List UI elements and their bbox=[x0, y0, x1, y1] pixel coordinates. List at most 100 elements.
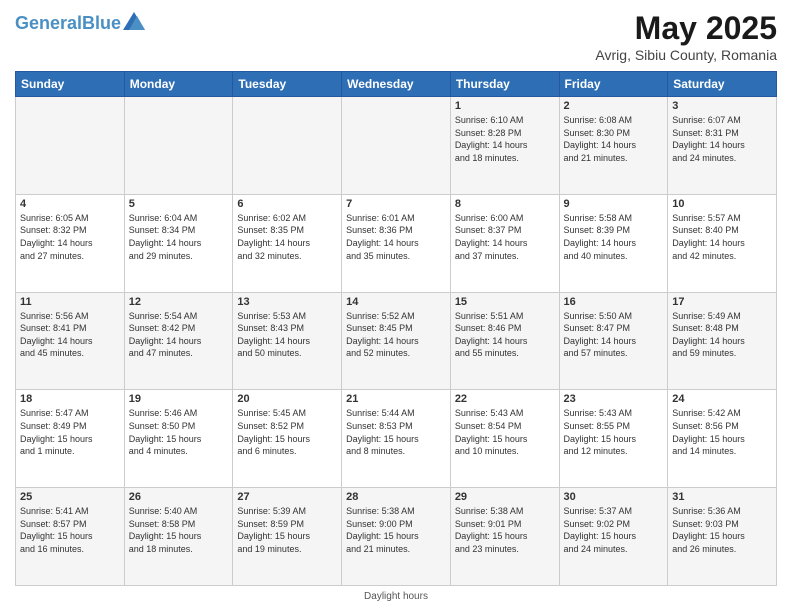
calendar-cell: 16 Sunrise: 5:50 AM Sunset: 8:47 PM Dayli… bbox=[559, 292, 668, 390]
day-info: Sunrise: 5:37 AM Sunset: 9:02 PM Dayligh… bbox=[564, 505, 664, 555]
header: GeneralBlue May 2025 Avrig, Sibiu County… bbox=[15, 10, 777, 63]
day-info: Sunrise: 5:43 AM Sunset: 8:54 PM Dayligh… bbox=[455, 407, 555, 457]
calendar-cell: 31 Sunrise: 5:36 AM Sunset: 9:03 PM Dayli… bbox=[668, 488, 777, 586]
day-info: Sunrise: 6:02 AM Sunset: 8:35 PM Dayligh… bbox=[237, 212, 337, 262]
calendar-cell: 11 Sunrise: 5:56 AM Sunset: 8:41 PM Dayli… bbox=[16, 292, 125, 390]
day-info: Sunrise: 5:51 AM Sunset: 8:46 PM Dayligh… bbox=[455, 310, 555, 360]
day-info: Sunrise: 5:41 AM Sunset: 8:57 PM Dayligh… bbox=[20, 505, 120, 555]
calendar-header-wednesday: Wednesday bbox=[342, 72, 451, 97]
calendar-week-1: 1 Sunrise: 6:10 AM Sunset: 8:28 PM Daylig… bbox=[16, 97, 777, 195]
calendar-cell: 23 Sunrise: 5:43 AM Sunset: 8:55 PM Dayli… bbox=[559, 390, 668, 488]
calendar-header-row: SundayMondayTuesdayWednesdayThursdayFrid… bbox=[16, 72, 777, 97]
day-info: Sunrise: 5:53 AM Sunset: 8:43 PM Dayligh… bbox=[237, 310, 337, 360]
calendar-cell: 14 Sunrise: 5:52 AM Sunset: 8:45 PM Dayli… bbox=[342, 292, 451, 390]
day-info: Sunrise: 5:50 AM Sunset: 8:47 PM Dayligh… bbox=[564, 310, 664, 360]
calendar-cell: 1 Sunrise: 6:10 AM Sunset: 8:28 PM Daylig… bbox=[450, 97, 559, 195]
day-number: 9 bbox=[564, 198, 664, 210]
calendar-cell: 9Sunrise: 5:58 AM Sunset: 8:39 PM Daylig… bbox=[559, 194, 668, 292]
day-number: 22 bbox=[455, 393, 555, 405]
calendar-cell: 18 Sunrise: 5:47 AM Sunset: 8:49 PM Dayli… bbox=[16, 390, 125, 488]
calendar-week-5: 25 Sunrise: 5:41 AM Sunset: 8:57 PM Dayli… bbox=[16, 488, 777, 586]
calendar-cell: 4 Sunrise: 6:05 AM Sunset: 8:32 PM Daylig… bbox=[16, 194, 125, 292]
day-info: Sunrise: 5:38 AM Sunset: 9:01 PM Dayligh… bbox=[455, 505, 555, 555]
day-number: 11 bbox=[20, 296, 120, 308]
day-number: 1 bbox=[455, 100, 555, 112]
calendar-cell: 8 Sunrise: 6:00 AM Sunset: 8:37 PM Daylig… bbox=[450, 194, 559, 292]
calendar-table: SundayMondayTuesdayWednesdayThursdayFrid… bbox=[15, 71, 777, 586]
calendar-header-thursday: Thursday bbox=[450, 72, 559, 97]
day-number: 21 bbox=[346, 393, 446, 405]
calendar-cell bbox=[233, 97, 342, 195]
calendar-cell: 30 Sunrise: 5:37 AM Sunset: 9:02 PM Dayli… bbox=[559, 488, 668, 586]
day-number: 31 bbox=[672, 491, 772, 503]
day-info: Sunrise: 5:36 AM Sunset: 9:03 PM Dayligh… bbox=[672, 505, 772, 555]
logo-icon bbox=[123, 12, 145, 30]
day-number: 14 bbox=[346, 296, 446, 308]
day-info: Sunrise: 6:05 AM Sunset: 8:32 PM Dayligh… bbox=[20, 212, 120, 262]
calendar-cell bbox=[124, 97, 233, 195]
day-number: 7 bbox=[346, 198, 446, 210]
day-info: Sunrise: 5:39 AM Sunset: 8:59 PM Dayligh… bbox=[237, 505, 337, 555]
day-info: Sunrise: 6:10 AM Sunset: 8:28 PM Dayligh… bbox=[455, 114, 555, 164]
day-number: 15 bbox=[455, 296, 555, 308]
day-info: Sunrise: 5:57 AM Sunset: 8:40 PM Dayligh… bbox=[672, 212, 772, 262]
day-number: 28 bbox=[346, 491, 446, 503]
day-number: 20 bbox=[237, 393, 337, 405]
page: GeneralBlue May 2025 Avrig, Sibiu County… bbox=[0, 0, 792, 612]
day-number: 19 bbox=[129, 393, 229, 405]
day-number: 18 bbox=[20, 393, 120, 405]
logo-text: GeneralBlue bbox=[15, 14, 121, 32]
calendar-cell: 26Sunrise: 5:40 AM Sunset: 8:58 PM Dayli… bbox=[124, 488, 233, 586]
calendar-cell: 6 Sunrise: 6:02 AM Sunset: 8:35 PM Daylig… bbox=[233, 194, 342, 292]
calendar-header-friday: Friday bbox=[559, 72, 668, 97]
day-info: Sunrise: 6:07 AM Sunset: 8:31 PM Dayligh… bbox=[672, 114, 772, 164]
day-number: 30 bbox=[564, 491, 664, 503]
calendar-header-tuesday: Tuesday bbox=[233, 72, 342, 97]
calendar-cell: 27 Sunrise: 5:39 AM Sunset: 8:59 PM Dayli… bbox=[233, 488, 342, 586]
day-info: Sunrise: 5:43 AM Sunset: 8:55 PM Dayligh… bbox=[564, 407, 664, 457]
day-number: 3 bbox=[672, 100, 772, 112]
day-number: 23 bbox=[564, 393, 664, 405]
calendar-cell: 25 Sunrise: 5:41 AM Sunset: 8:57 PM Dayli… bbox=[16, 488, 125, 586]
day-number: 5 bbox=[129, 198, 229, 210]
day-info: Sunrise: 6:04 AM Sunset: 8:34 PM Dayligh… bbox=[129, 212, 229, 262]
day-number: 25 bbox=[20, 491, 120, 503]
day-info: Sunrise: 5:56 AM Sunset: 8:41 PM Dayligh… bbox=[20, 310, 120, 360]
day-info: Sunrise: 5:45 AM Sunset: 8:52 PM Dayligh… bbox=[237, 407, 337, 457]
day-info: Sunrise: 6:00 AM Sunset: 8:37 PM Dayligh… bbox=[455, 212, 555, 262]
calendar-cell: 10Sunrise: 5:57 AM Sunset: 8:40 PM Dayli… bbox=[668, 194, 777, 292]
title-block: May 2025 Avrig, Sibiu County, Romania bbox=[595, 10, 777, 63]
calendar-week-3: 11 Sunrise: 5:56 AM Sunset: 8:41 PM Dayli… bbox=[16, 292, 777, 390]
calendar-cell: 5 Sunrise: 6:04 AM Sunset: 8:34 PM Daylig… bbox=[124, 194, 233, 292]
day-info: Sunrise: 5:46 AM Sunset: 8:50 PM Dayligh… bbox=[129, 407, 229, 457]
calendar-cell: 12Sunrise: 5:54 AM Sunset: 8:42 PM Dayli… bbox=[124, 292, 233, 390]
day-number: 29 bbox=[455, 491, 555, 503]
calendar-cell: 7 Sunrise: 6:01 AM Sunset: 8:36 PM Daylig… bbox=[342, 194, 451, 292]
calendar-cell: 24Sunrise: 5:42 AM Sunset: 8:56 PM Dayli… bbox=[668, 390, 777, 488]
day-info: Sunrise: 6:01 AM Sunset: 8:36 PM Dayligh… bbox=[346, 212, 446, 262]
calendar-cell: 21Sunrise: 5:44 AM Sunset: 8:53 PM Dayli… bbox=[342, 390, 451, 488]
day-info: Sunrise: 6:08 AM Sunset: 8:30 PM Dayligh… bbox=[564, 114, 664, 164]
calendar-cell: 19 Sunrise: 5:46 AM Sunset: 8:50 PM Dayli… bbox=[124, 390, 233, 488]
day-number: 17 bbox=[672, 296, 772, 308]
day-info: Sunrise: 5:40 AM Sunset: 8:58 PM Dayligh… bbox=[129, 505, 229, 555]
footer: Daylight hours bbox=[15, 591, 777, 602]
day-number: 6 bbox=[237, 198, 337, 210]
day-number: 8 bbox=[455, 198, 555, 210]
calendar-cell: 3 Sunrise: 6:07 AM Sunset: 8:31 PM Daylig… bbox=[668, 97, 777, 195]
calendar-header-monday: Monday bbox=[124, 72, 233, 97]
calendar-cell: 15 Sunrise: 5:51 AM Sunset: 8:46 PM Dayli… bbox=[450, 292, 559, 390]
calendar-cell: 29 Sunrise: 5:38 AM Sunset: 9:01 PM Dayli… bbox=[450, 488, 559, 586]
calendar-cell: 17Sunrise: 5:49 AM Sunset: 8:48 PM Dayli… bbox=[668, 292, 777, 390]
calendar-cell: 20 Sunrise: 5:45 AM Sunset: 8:52 PM Dayli… bbox=[233, 390, 342, 488]
day-info: Sunrise: 5:47 AM Sunset: 8:49 PM Dayligh… bbox=[20, 407, 120, 457]
day-number: 12 bbox=[129, 296, 229, 308]
day-number: 27 bbox=[237, 491, 337, 503]
day-info: Sunrise: 5:52 AM Sunset: 8:45 PM Dayligh… bbox=[346, 310, 446, 360]
day-info: Sunrise: 5:42 AM Sunset: 8:56 PM Dayligh… bbox=[672, 407, 772, 457]
day-info: Sunrise: 5:38 AM Sunset: 9:00 PM Dayligh… bbox=[346, 505, 446, 555]
main-title: May 2025 bbox=[595, 10, 777, 47]
calendar-cell bbox=[16, 97, 125, 195]
day-number: 4 bbox=[20, 198, 120, 210]
day-number: 16 bbox=[564, 296, 664, 308]
